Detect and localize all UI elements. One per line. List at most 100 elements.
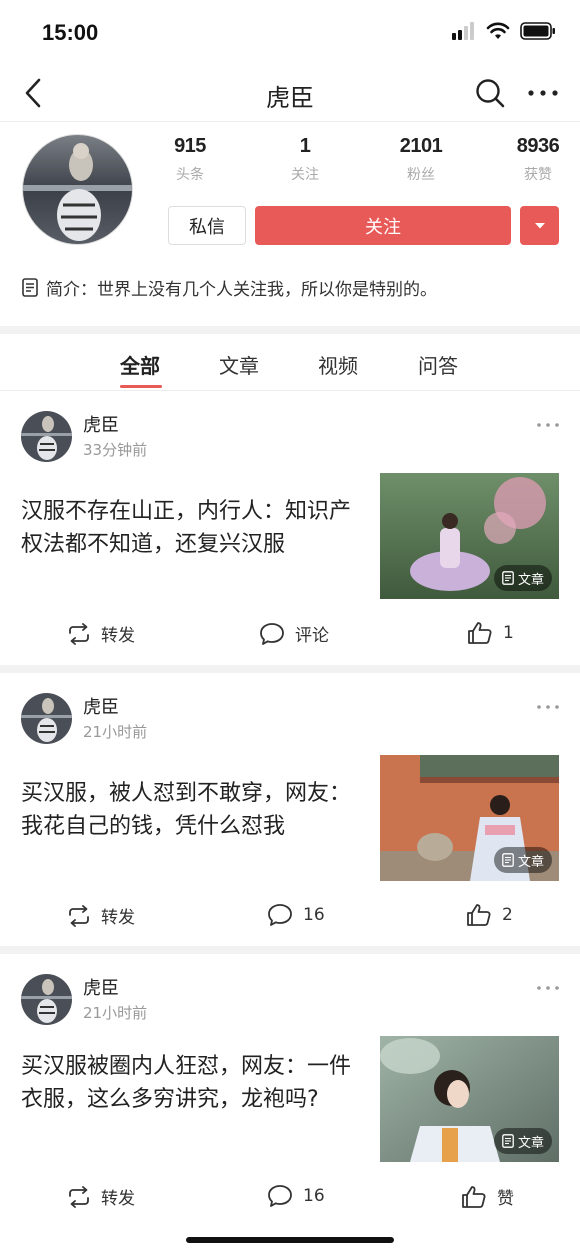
- feed-post[interactable]: 虎臣 21小时前 买汉服被圈内人狂怼，网友：一件衣服，这么多穷讲究，龙袍吗? 文…: [0, 954, 580, 1228]
- post-time: 33分钟前: [83, 441, 148, 459]
- avatar[interactable]: [21, 974, 72, 1025]
- badge-label: 文章: [517, 854, 544, 870]
- comment-label: 16: [303, 905, 325, 925]
- post-title[interactable]: 买汉服被圈内人狂怼，网友：一件衣服，这么多穷讲究，龙袍吗?: [21, 1050, 366, 1116]
- document-icon: [22, 278, 38, 297]
- avatar-image: [21, 693, 72, 744]
- post-thumbnail[interactable]: 文章: [380, 755, 559, 881]
- navigation-bar: 虎臣: [0, 66, 580, 122]
- more-icon: [537, 986, 559, 990]
- signal-icon: [452, 22, 474, 40]
- post-divider: [0, 665, 580, 673]
- follow-button[interactable]: 关注: [255, 206, 511, 245]
- battery-icon: [520, 22, 555, 40]
- profile-avatar[interactable]: [22, 134, 133, 245]
- repost-button[interactable]: 转发: [67, 903, 135, 928]
- profile-header: 915 头条 1 关注 2101 粉丝 8936 获赞 私信 关注 简介：世界上…: [0, 123, 580, 326]
- tab-videos[interactable]: 视频: [318, 350, 358, 379]
- feed-post[interactable]: 虎臣 21小时前 买汉服，被人怼到不敢穿，网友：我花自己的钱，凭什么怼我 文章: [0, 673, 580, 947]
- search-button[interactable]: [474, 77, 506, 109]
- repost-label: 转发: [101, 1189, 135, 1209]
- thumbs-up-icon: [467, 904, 491, 926]
- comment-button[interactable]: 16: [267, 903, 325, 927]
- status-icons: [452, 22, 556, 40]
- like-label: 赞: [497, 1189, 514, 1209]
- stat-value: 8936: [516, 135, 560, 157]
- repost-icon: [69, 1185, 89, 1208]
- post-thumbnail[interactable]: 文章: [380, 1036, 559, 1162]
- stat-value: 2101: [399, 135, 443, 157]
- badge-label: 文章: [517, 1135, 544, 1151]
- avatar[interactable]: [21, 411, 72, 462]
- stat-label: 头条: [176, 167, 204, 183]
- more-icon: [537, 705, 559, 709]
- tab-qa[interactable]: 问答: [418, 350, 458, 379]
- post-more-button[interactable]: [536, 976, 560, 997]
- wifi-icon: [486, 22, 510, 39]
- status-time: 15:00: [42, 20, 99, 45]
- article-badge: 文章: [493, 1128, 552, 1154]
- post-author[interactable]: 虎臣: [83, 411, 119, 437]
- status-bar: 15:00: [0, 0, 580, 66]
- follow-dropdown-button[interactable]: [520, 206, 559, 245]
- post-more-button[interactable]: [536, 695, 560, 716]
- message-button[interactable]: 私信: [168, 206, 246, 245]
- repost-icon: [69, 622, 89, 645]
- post-author[interactable]: 虎臣: [83, 693, 119, 719]
- article-badge: 文章: [493, 565, 552, 591]
- caret-down-icon: [534, 222, 545, 228]
- tab-all[interactable]: 全部: [120, 350, 160, 379]
- search-icon: [476, 79, 505, 108]
- post-title[interactable]: 汉服不存在山正，内行人：知识产权法都不知道，还复兴汉服: [21, 495, 366, 561]
- thumbs-up-icon: [468, 622, 492, 644]
- content-tabs: 全部 文章 视频 问答: [0, 334, 580, 391]
- post-actions: 转发 评论 1: [0, 613, 580, 653]
- like-button[interactable]: 2: [466, 903, 513, 927]
- avatar[interactable]: [21, 693, 72, 744]
- bio-text: 简介：世界上没有几个人关注我，所以你是特别的。: [46, 280, 437, 300]
- comment-label: 16: [303, 1186, 325, 1206]
- repost-label: 转发: [101, 908, 135, 928]
- more-button[interactable]: [526, 77, 560, 109]
- like-button[interactable]: 1: [467, 621, 514, 645]
- repost-button[interactable]: 转发: [67, 1184, 135, 1209]
- post-author[interactable]: 虎臣: [83, 974, 119, 1000]
- post-more-button[interactable]: [536, 413, 560, 434]
- post-time: 21小时前: [83, 1004, 148, 1022]
- more-icon: [528, 90, 558, 96]
- comment-icon: [268, 1185, 292, 1207]
- comment-label: 评论: [295, 626, 329, 646]
- like-label: 2: [502, 905, 513, 925]
- profile-bio: 简介：世界上没有几个人关注我，所以你是特别的。: [22, 275, 437, 300]
- stat-following[interactable]: 1 关注: [265, 135, 345, 184]
- stat-label: 粉丝: [407, 167, 435, 183]
- avatar-image: [23, 135, 132, 244]
- post-actions: 转发 16 赞: [0, 1176, 580, 1216]
- profile-stats: 915 头条 1 关注 2101 粉丝 8936 获赞: [150, 135, 580, 195]
- post-time: 21小时前: [83, 723, 148, 741]
- thumbs-up-icon: [462, 1185, 486, 1208]
- home-indicator[interactable]: [186, 1237, 394, 1243]
- stat-value: 1: [299, 135, 311, 157]
- stat-followers[interactable]: 2101 粉丝: [381, 135, 461, 184]
- repost-label: 转发: [101, 626, 135, 646]
- repost-icon: [69, 904, 89, 927]
- post-title[interactable]: 买汉服，被人怼到不敢穿，网友：我花自己的钱，凭什么怼我: [21, 777, 366, 843]
- document-icon: [502, 853, 514, 867]
- tab-articles[interactable]: 文章: [219, 350, 259, 379]
- stat-articles[interactable]: 915 头条: [150, 135, 230, 184]
- comment-button[interactable]: 16: [267, 1184, 325, 1208]
- article-badge: 文章: [493, 847, 552, 873]
- stat-label: 获赞: [524, 167, 552, 183]
- like-button[interactable]: 赞: [461, 1184, 514, 1209]
- active-tab-indicator: [120, 385, 162, 388]
- comment-icon: [260, 622, 284, 645]
- post-actions: 转发 16 2: [0, 895, 580, 935]
- repost-button[interactable]: 转发: [67, 621, 135, 646]
- comment-button[interactable]: 评论: [259, 621, 329, 646]
- stat-likes[interactable]: 8936 获赞: [498, 135, 578, 184]
- post-divider: [0, 946, 580, 954]
- post-thumbnail[interactable]: 文章: [380, 473, 559, 599]
- stat-label: 关注: [291, 167, 319, 183]
- feed-post[interactable]: 虎臣 33分钟前 汉服不存在山正，内行人：知识产权法都不知道，还复兴汉服 文章 …: [0, 391, 580, 665]
